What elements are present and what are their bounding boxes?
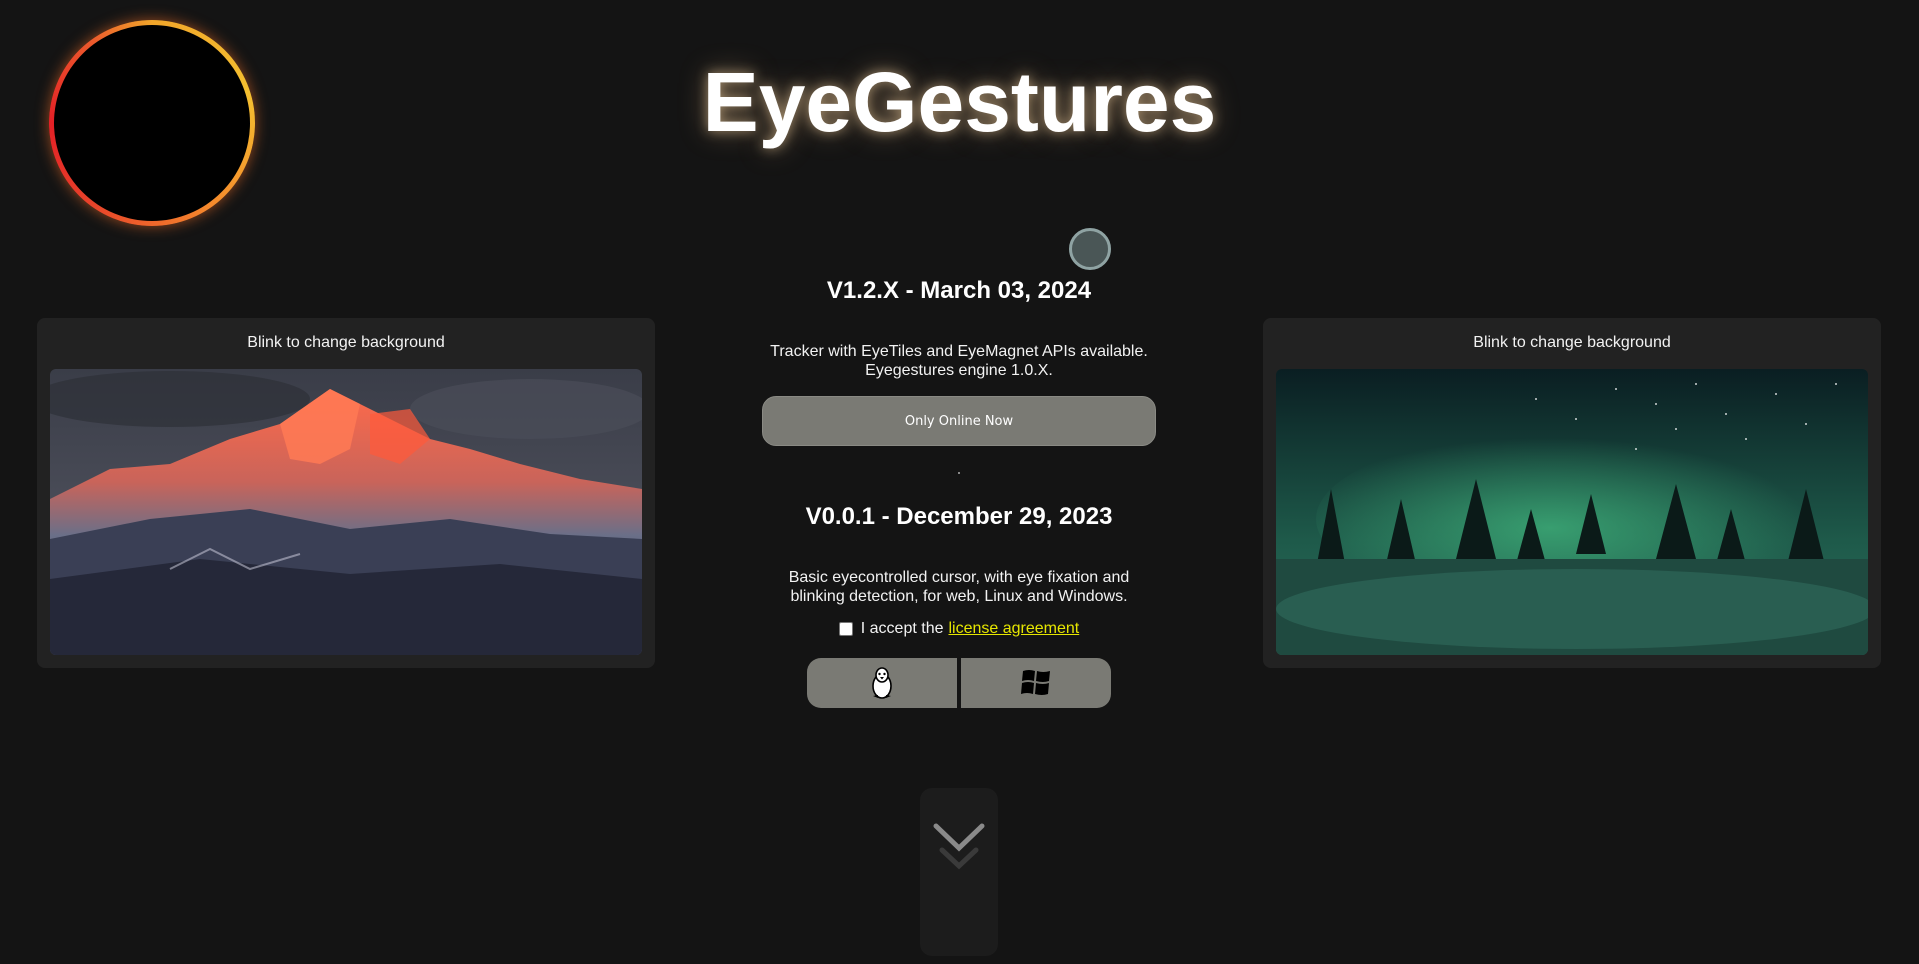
page-title: EyeGestures bbox=[702, 55, 1217, 149]
license-row: I accept the license agreement bbox=[740, 620, 1178, 638]
release-desc-latest-1: Tracker with EyeTiles and EyeMagnet APIs… bbox=[770, 343, 1148, 360]
scroll-down-hint[interactable] bbox=[920, 788, 998, 956]
background-panel-right: Blink to change background bbox=[1263, 318, 1881, 668]
mountain-image bbox=[50, 369, 642, 655]
background-panel-left: Blink to change background bbox=[37, 318, 655, 668]
linux-penguin-icon bbox=[872, 667, 892, 699]
chevron-down-icon bbox=[933, 823, 985, 870]
release-desc-old-1: Basic eyecontrolled cursor, with eye fix… bbox=[788, 569, 1130, 586]
release-desc-latest-2: Eyegestures engine 1.0.X. bbox=[865, 362, 1053, 379]
panel-caption-left: Blink to change background bbox=[247, 334, 445, 351]
divider-dot bbox=[958, 472, 960, 474]
release-desc-old-2: blinking detection, for web, Linux and W… bbox=[790, 588, 1128, 605]
download-windows-button[interactable] bbox=[961, 658, 1111, 708]
release-title-latest: V1.2.X - March 03, 2024 bbox=[826, 277, 1092, 304]
gaze-cursor bbox=[1069, 228, 1111, 270]
license-agreement-link[interactable]: license agreement bbox=[948, 620, 1079, 638]
panel-caption-right: Blink to change background bbox=[1473, 334, 1671, 351]
license-checkbox[interactable] bbox=[838, 622, 853, 636]
download-linux-button[interactable] bbox=[807, 658, 957, 708]
license-label: I accept the bbox=[860, 620, 944, 637]
aurora-forest-image bbox=[1276, 369, 1868, 655]
windows-logo-icon bbox=[1021, 670, 1050, 695]
page: EyeGestures Blink to change background B… bbox=[0, 0, 1919, 964]
online-button[interactable]: Only Online Now bbox=[762, 396, 1156, 446]
release-title-old: V0.0.1 - December 29, 2023 bbox=[805, 503, 1113, 530]
